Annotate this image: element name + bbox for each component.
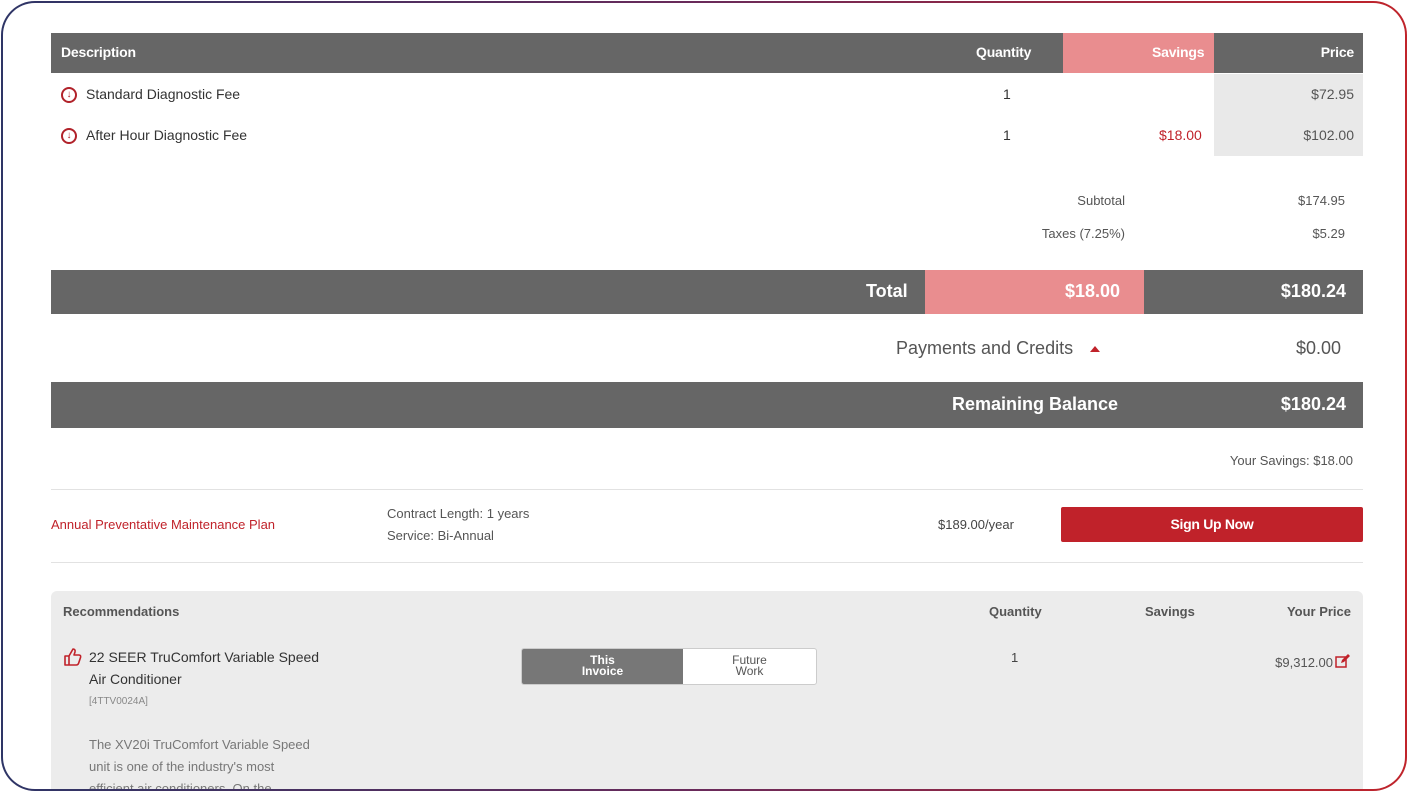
rec-item-quantity: 1 [1011,650,1019,665]
payments-toggle[interactable]: Payments and Credits [896,338,1101,359]
table-row: ↓ After Hour Diagnostic Fee 1 $18.00 $10… [51,114,1363,156]
subtotal-value: $174.95 [1298,193,1345,208]
table-row: ↓ Standard Diagnostic Fee 1 $72.95 [51,74,1363,114]
item-price: $102.00 [1303,127,1354,143]
caret-up-icon [1090,346,1101,353]
taxes-value: $5.29 [1312,226,1345,241]
rec-savings-header: Savings [1145,604,1195,619]
rec-item-desc-line1: The XV20i TruComfort Variable Speed [89,737,310,752]
rec-item-name-line2: Air Conditioner [89,671,182,687]
total-savings: $18.00 [1065,281,1121,301]
rec-item-desc-line3: efficient air conditioners. On the [89,781,272,791]
future-work-option[interactable]: Future Work [683,649,816,684]
divider [51,489,1363,490]
header-quantity: Quantity [976,44,1032,60]
item-savings: $18.00 [1159,127,1202,143]
future-work-label: Work [735,664,764,678]
total-label: Total [866,281,908,301]
remaining-label: Remaining Balance [952,394,1119,414]
rec-item-sku: [4TTV0024A] [89,696,148,707]
plan-price: $189.00/year [938,517,1014,532]
rec-quantity-header: Quantity [989,604,1042,619]
plan-name-link[interactable]: Annual Preventative Maintenance Plan [51,517,275,532]
item-quantity: 1 [1003,86,1011,102]
invoice-frame: Description Quantity Savings Price ↓ Sta… [1,1,1407,791]
this-invoice-option[interactable]: This Invoice [522,649,683,684]
plan-contract-length: Contract Length: 1 years [387,506,530,521]
download-circle-icon[interactable]: ↓ [61,128,77,144]
invoice-toggle: This Invoice Future Work [521,648,817,685]
recommendations-panel: Recommendations Quantity Savings Your Pr… [51,591,1363,791]
payments-amount: $0.00 [1295,338,1341,358]
this-invoice-label: Invoice [581,664,624,678]
header-savings: Savings [1152,44,1205,60]
total-amount: $180.24 [1280,281,1346,301]
item-description: After Hour Diagnostic Fee [86,127,248,143]
header-price: Price [1320,44,1354,60]
rec-item-desc-line2: unit is one of the industry's most [89,759,275,774]
item-quantity: 1 [1003,127,1011,143]
sign-up-now-button[interactable]: Sign Up Now [1061,507,1363,542]
thumbs-up-icon[interactable] [63,647,83,667]
rec-item-price: $9,312.00 [1275,655,1333,670]
remaining-amount: $180.24 [1280,394,1346,414]
item-description: Standard Diagnostic Fee [86,86,241,102]
item-price: $72.95 [1311,86,1354,102]
total-bar: Total $18.00 $180.24 [51,270,1363,314]
payments-label: Payments and Credits [896,338,1074,358]
recommendations-title: Recommendations [63,604,180,619]
plan-service: Service: Bi-Annual [387,528,494,543]
rec-your-price-header: Your Price [1286,604,1351,619]
header-description: Description [61,44,136,60]
taxes-label: Taxes (7.25%) [1041,226,1125,241]
download-circle-icon[interactable]: ↓ [61,87,77,103]
rec-item-name-line1: 22 SEER TruComfort Variable Speed [89,649,320,665]
divider [51,562,1363,563]
your-savings: Your Savings: $18.00 [1229,453,1353,468]
edit-icon[interactable] [1335,654,1351,668]
remaining-balance-bar: Remaining Balance $180.24 [51,382,1363,428]
table-header: Description Quantity Savings Price [51,33,1363,73]
subtotal-label: Subtotal [1077,193,1125,208]
